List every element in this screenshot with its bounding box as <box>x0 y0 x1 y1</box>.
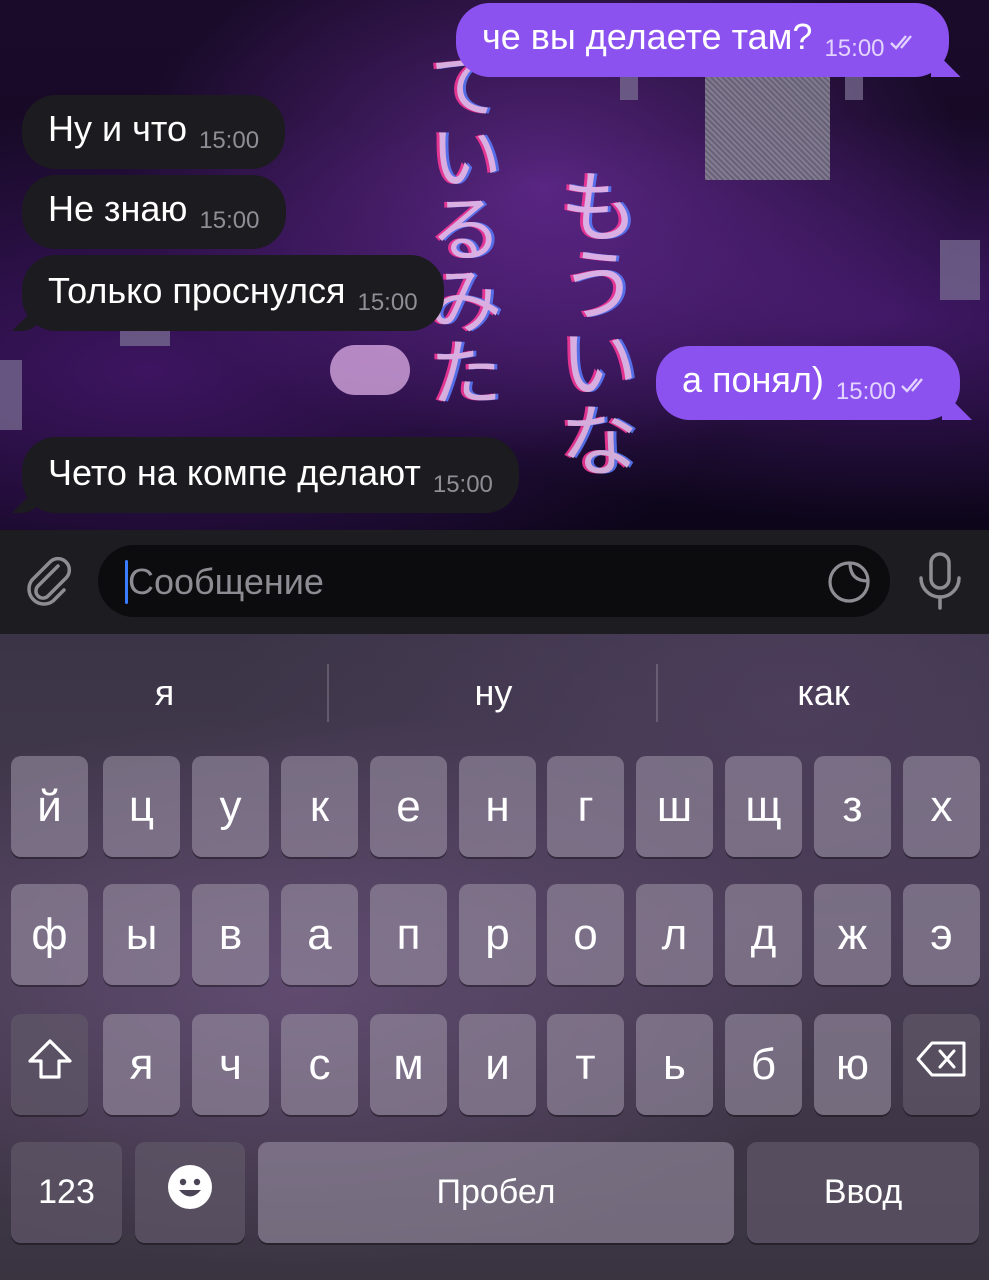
key[interactable]: м <box>370 1014 447 1115</box>
message-time: 15:00 <box>199 207 260 234</box>
message-incoming[interactable]: Ну и что 15:00 <box>22 95 286 169</box>
composer-bar <box>0 530 989 634</box>
key[interactable]: е <box>370 756 447 857</box>
wallpaper-glyph-column-right: もういな <box>560 164 639 488</box>
read-double-check-icon <box>900 362 930 420</box>
key[interactable]: с <box>281 1014 358 1115</box>
key[interactable]: й <box>11 756 88 857</box>
keyboard: я ну как й ц у к е н г ш щ з х ф ы в а п… <box>0 634 989 1280</box>
key[interactable]: и <box>459 1014 536 1115</box>
key[interactable]: н <box>459 756 536 857</box>
message-text: Ну и что <box>48 108 187 149</box>
key[interactable]: в <box>192 884 269 985</box>
message-text: Только проснулся <box>48 270 346 311</box>
message-time: 15:00 <box>824 35 885 62</box>
key[interactable]: з <box>814 756 891 857</box>
key[interactable]: л <box>636 884 713 985</box>
wallpaper-glyph-column-left: ているみた <box>430 44 503 416</box>
return-key[interactable]: Ввод <box>747 1142 979 1243</box>
key[interactable]: ч <box>192 1014 269 1115</box>
key[interactable]: к <box>281 756 358 857</box>
key[interactable]: ф <box>11 884 88 985</box>
text-cursor <box>125 560 128 604</box>
wallpaper-bar <box>330 345 410 395</box>
space-key[interactable]: Пробел <box>258 1142 734 1243</box>
backspace-icon <box>916 1039 968 1090</box>
key[interactable]: п <box>370 884 447 985</box>
message-text: че вы делаете там? <box>482 16 813 57</box>
wallpaper-bar <box>120 330 170 346</box>
shift-icon <box>26 1037 74 1092</box>
suggestion-3[interactable]: как <box>659 634 988 752</box>
key[interactable]: б <box>725 1014 802 1115</box>
message-text: а понял) <box>682 359 824 400</box>
key[interactable]: г <box>547 756 624 857</box>
message-input[interactable] <box>126 559 810 605</box>
sticker-icon[interactable] <box>826 559 872 605</box>
message-text: Чето на компе делают <box>48 452 421 493</box>
key[interactable]: д <box>725 884 802 985</box>
key[interactable]: ю <box>814 1014 891 1115</box>
message-incoming[interactable]: Только проснулся 15:00 <box>22 255 444 331</box>
backspace-key[interactable] <box>903 1014 980 1115</box>
key[interactable]: ж <box>814 884 891 985</box>
message-outgoing[interactable]: а понял) 15:00 <box>656 346 960 420</box>
wallpaper-block <box>705 70 830 180</box>
suggestion-separator <box>656 664 658 722</box>
key[interactable]: р <box>459 884 536 985</box>
chat-area: ているみた もういな че вы делаете там? 15:00 Ну и… <box>0 0 989 530</box>
shift-key[interactable] <box>11 1014 88 1115</box>
key[interactable]: т <box>547 1014 624 1115</box>
key[interactable]: о <box>547 884 624 985</box>
message-incoming[interactable]: Не знаю 15:00 <box>22 175 286 249</box>
wallpaper-bar <box>940 240 980 300</box>
key[interactable]: ь <box>636 1014 713 1115</box>
wallpaper-bar <box>0 360 22 430</box>
message-time: 15:00 <box>835 378 896 405</box>
key[interactable]: х <box>903 756 980 857</box>
key[interactable]: ц <box>103 756 180 857</box>
key[interactable]: я <box>103 1014 180 1115</box>
key[interactable]: у <box>192 756 269 857</box>
numbers-key[interactable]: 123 <box>11 1142 122 1243</box>
emoji-key[interactable] <box>135 1142 245 1243</box>
message-text: Не знаю <box>48 188 188 229</box>
key[interactable]: ш <box>636 756 713 857</box>
read-double-check-icon <box>889 19 919 77</box>
suggestion-2[interactable]: ну <box>329 634 658 752</box>
key[interactable]: щ <box>725 756 802 857</box>
message-time: 15:00 <box>198 127 260 154</box>
message-input-field[interactable] <box>98 545 890 617</box>
emoji-icon <box>166 1163 214 1222</box>
paperclip-icon[interactable] <box>22 554 78 610</box>
key[interactable]: э <box>903 884 980 985</box>
message-outgoing[interactable]: че вы делаете там? 15:00 <box>456 3 949 77</box>
microphone-icon[interactable] <box>912 550 968 614</box>
message-time: 15:00 <box>432 471 493 498</box>
key[interactable]: а <box>281 884 358 985</box>
suggestion-1[interactable]: я <box>0 634 329 752</box>
message-incoming[interactable]: Чето на компе делают 15:00 <box>22 437 519 513</box>
message-time: 15:00 <box>357 289 418 316</box>
key[interactable]: ы <box>103 884 180 985</box>
